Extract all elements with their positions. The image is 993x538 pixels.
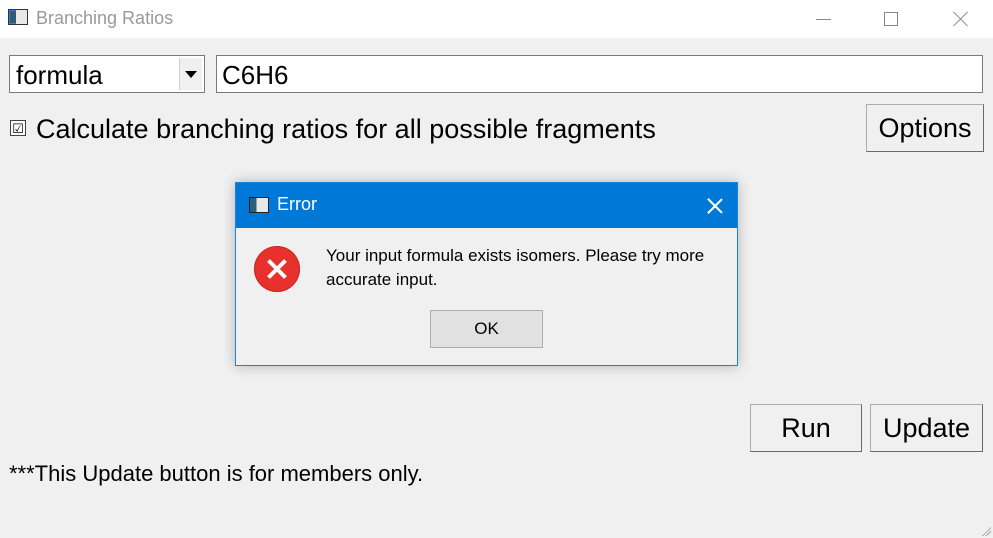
close-icon: [707, 198, 723, 214]
run-button[interactable]: Run: [750, 404, 862, 452]
maximize-icon: [884, 12, 898, 26]
window-title: Branching Ratios: [36, 8, 174, 28]
dialog-app-icon: [249, 197, 269, 213]
close-button[interactable]: [938, 0, 984, 38]
options-button[interactable]: Options: [866, 104, 984, 152]
app-icon: [8, 9, 28, 25]
minimize-button[interactable]: [800, 0, 846, 38]
title-bar[interactable]: Branching Ratios: [0, 0, 993, 38]
minimize-icon: [815, 18, 831, 20]
members-note: ***This Update button is for members onl…: [9, 461, 424, 486]
dialog-title: Error: [277, 194, 317, 214]
dialog-title-bar[interactable]: Error: [236, 183, 737, 228]
ok-button[interactable]: OK: [430, 310, 543, 348]
calculate-all-fragments-checkbox[interactable]: ☑: [10, 120, 26, 136]
input-type-select[interactable]: formula: [9, 55, 205, 93]
chevron-down-icon: [185, 70, 197, 78]
formula-input[interactable]: C6H6: [216, 55, 983, 93]
dialog-close-button[interactable]: [692, 183, 737, 228]
error-icon: [254, 246, 300, 292]
checkmark-icon: ☑: [12, 121, 24, 136]
maximize-button[interactable]: [868, 0, 914, 38]
close-icon: [953, 11, 969, 27]
main-window: Branching Ratios formula C6H6 ☑ Calculat…: [0, 0, 993, 538]
dialog-message: Your input formula exists isomers. Pleas…: [326, 246, 705, 289]
formula-input-value: C6H6: [222, 60, 289, 90]
input-type-value: formula: [16, 60, 103, 90]
update-button[interactable]: Update: [870, 404, 983, 452]
resize-grip[interactable]: [981, 526, 991, 536]
dropdown-button[interactable]: [179, 58, 202, 90]
error-dialog: Error Your input formula exists isomers.…: [235, 182, 738, 366]
calculate-all-fragments-label[interactable]: Calculate branching ratios for all possi…: [36, 112, 656, 146]
